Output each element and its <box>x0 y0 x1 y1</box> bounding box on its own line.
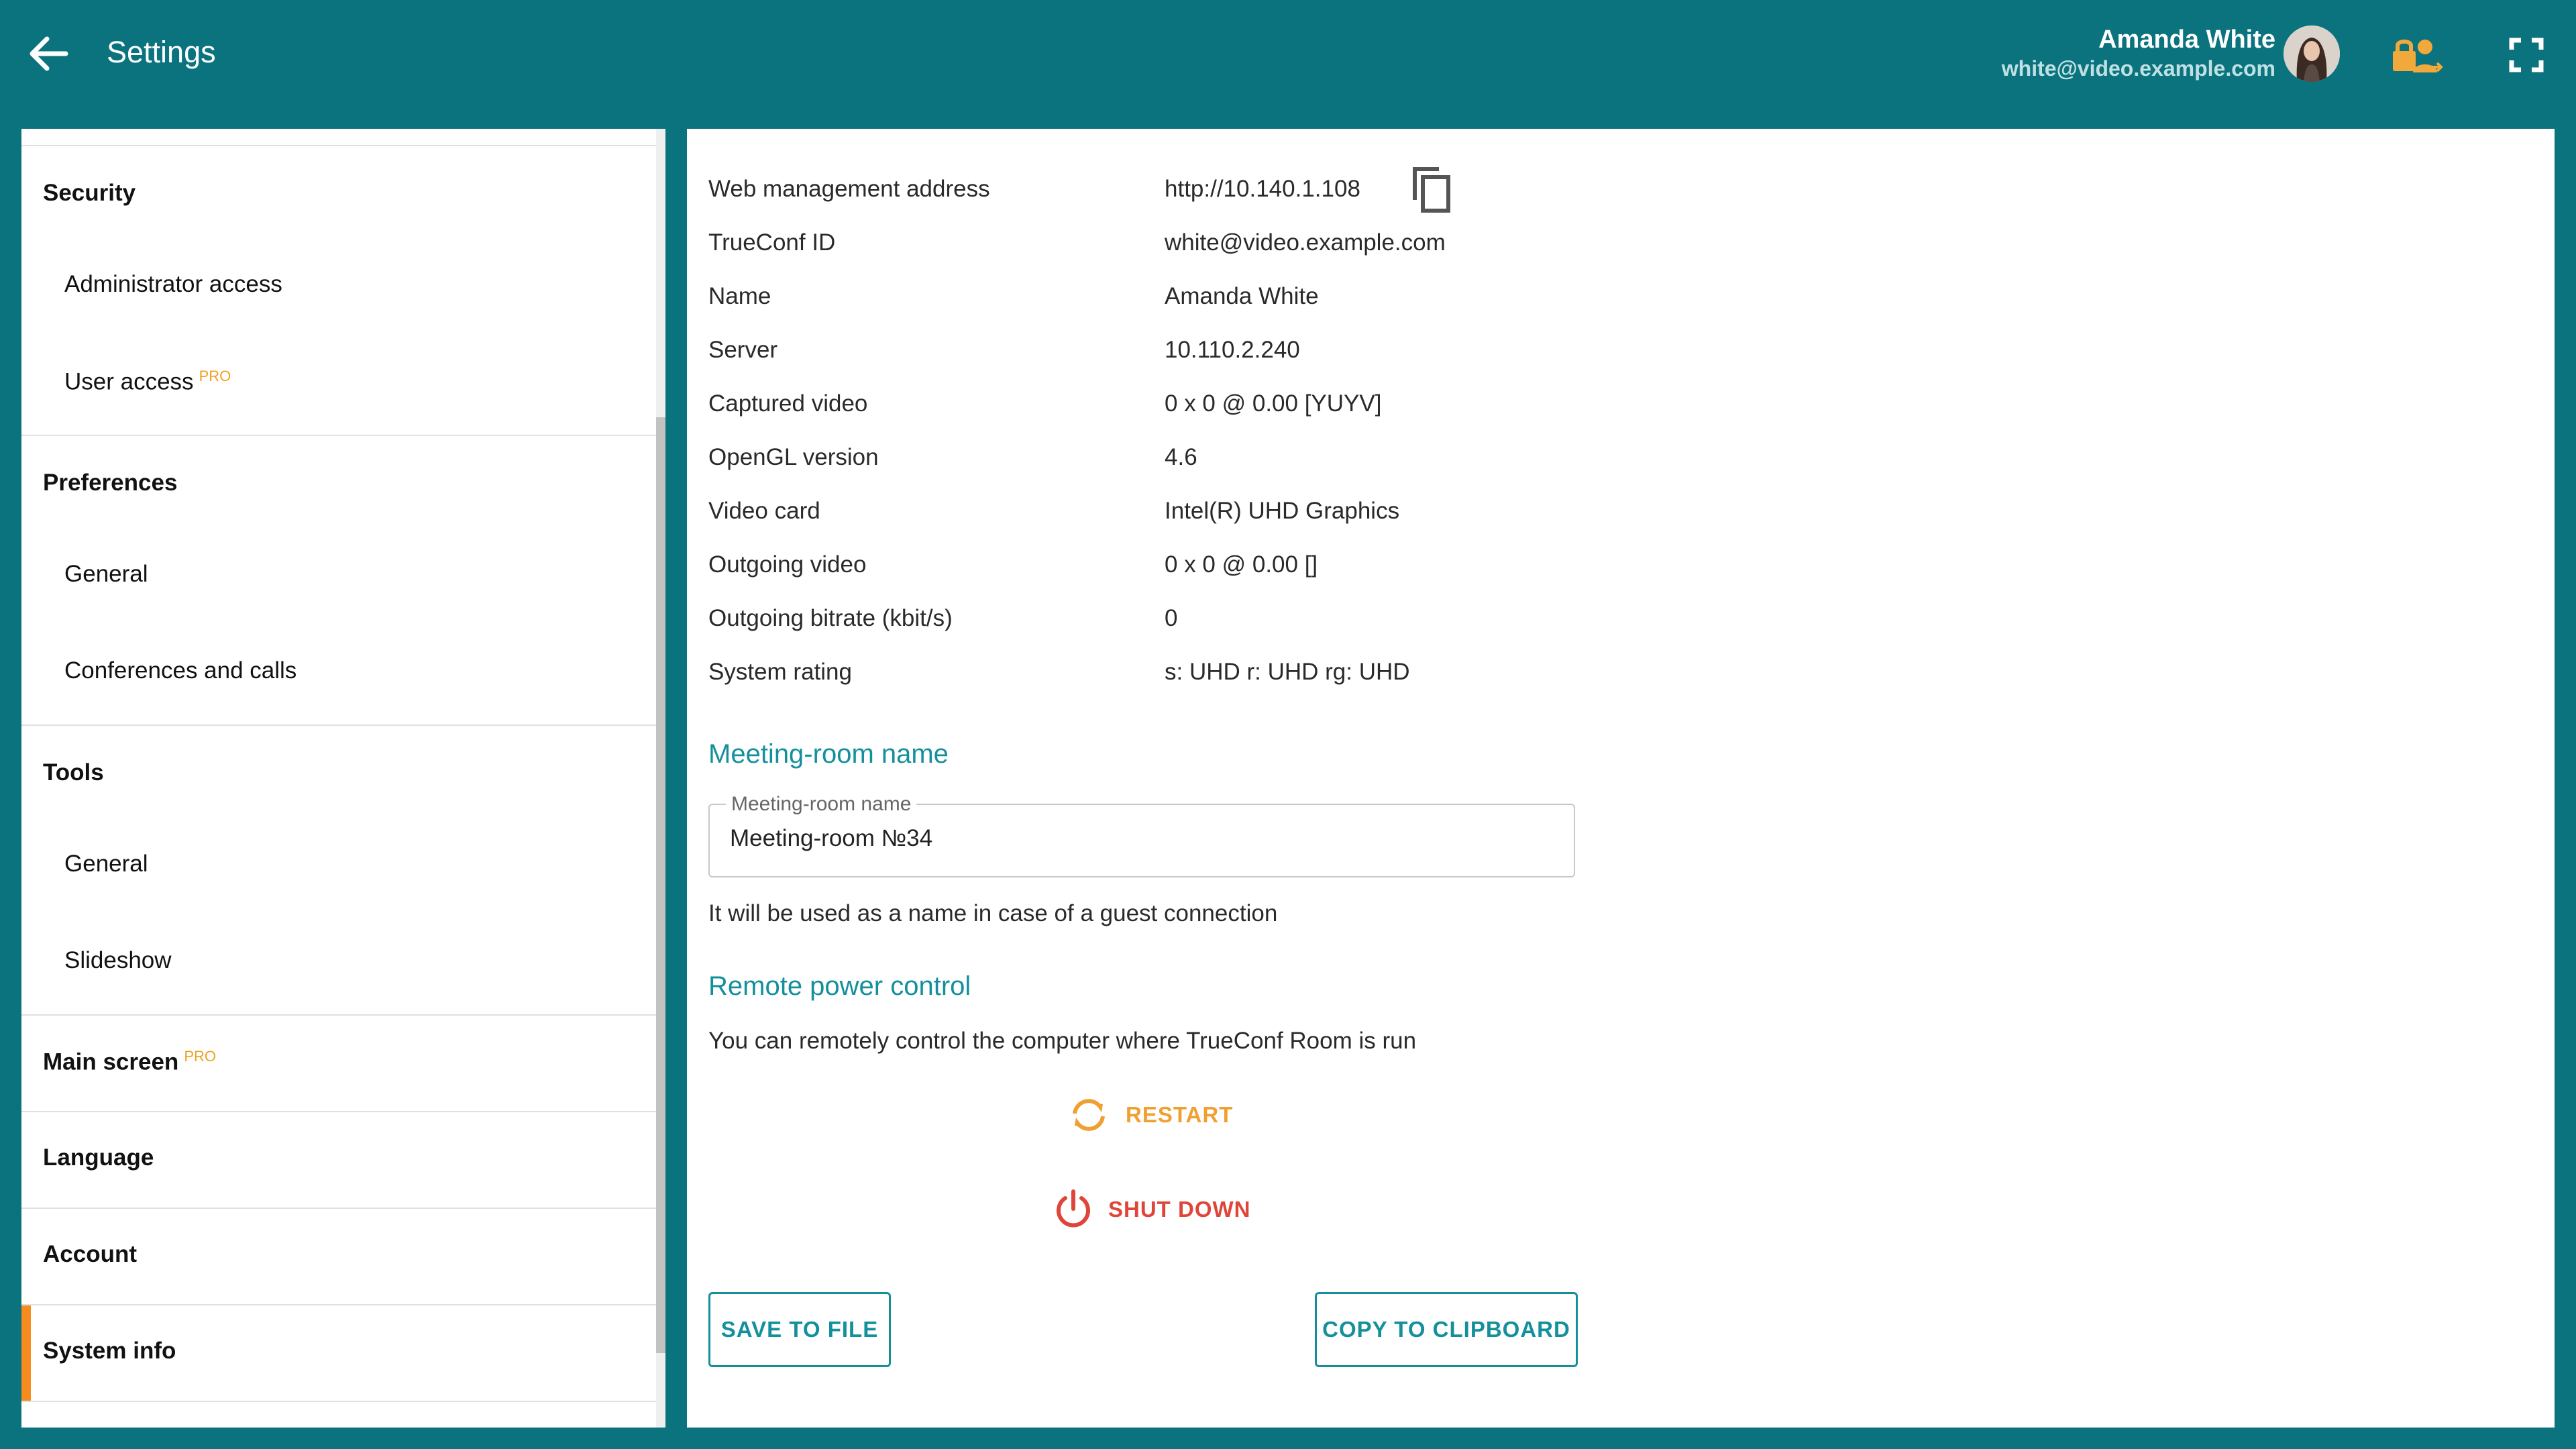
pro-badge: PRO <box>199 368 231 384</box>
info-label-captured-video: Captured video <box>708 390 868 417</box>
info-value-video-card: Intel(R) UHD Graphics <box>1165 498 1400 524</box>
info-value-web-address: http://10.140.1.108 <box>1165 176 1360 202</box>
info-value-trueconf-id: white@video.example.com <box>1165 229 1446 256</box>
info-value-server: 10.110.2.240 <box>1165 337 1300 363</box>
sidebar-item-label-wrap: User access PRO <box>64 368 231 396</box>
save-to-file-button[interactable]: SAVE TO FILE <box>708 1292 891 1367</box>
sidebar-item-preferences-general[interactable]: General <box>21 531 656 628</box>
remote-power-section-title: Remote power control <box>708 971 971 1001</box>
sidebar-heading-preferences: Preferences <box>43 470 178 496</box>
shut-down-label: SHUT DOWN <box>1108 1197 1251 1222</box>
user-name: Amanda White <box>2098 25 2275 54</box>
info-label-video-card: Video card <box>708 498 820 524</box>
restart-icon <box>1073 1099 1105 1131</box>
active-indicator <box>21 1305 31 1401</box>
sidebar-divider <box>21 145 656 146</box>
restart-button[interactable]: RESTART <box>1068 1096 1233 1134</box>
meeting-room-input[interactable] <box>730 825 1548 852</box>
sidebar-item-label: Administrator access <box>64 271 282 297</box>
copy-to-clipboard-button[interactable]: COPY TO CLIPBOARD <box>1315 1292 1578 1367</box>
sidebar-heading-security: Security <box>43 180 136 206</box>
restart-label: RESTART <box>1126 1102 1234 1127</box>
sidebar-item-language[interactable]: Language <box>21 1111 656 1208</box>
sidebar-item-user-access[interactable]: User access PRO <box>21 338 656 435</box>
app-header: Settings Amanda White white@video.exampl… <box>0 0 2576 129</box>
fullscreen-button[interactable] <box>2509 38 2544 72</box>
user-email: white@video.example.com <box>2001 56 2275 80</box>
info-label-web-address: Web management address <box>708 176 990 202</box>
copy-address-button[interactable] <box>1408 165 1452 213</box>
sidebar-item-system-info[interactable]: System info <box>21 1304 656 1402</box>
info-label-name: Name <box>708 283 771 309</box>
sidebar-item-main-screen[interactable]: Main screen PRO <box>21 1014 656 1111</box>
sidebar-scrollbar[interactable] <box>656 129 665 1428</box>
sidebar-item-label: General <box>64 851 148 877</box>
remote-power-description: You can remotely control the computer wh… <box>708 1028 1417 1054</box>
info-label-outgoing-video: Outgoing video <box>708 551 867 578</box>
info-value-name: Amanda White <box>1165 283 1319 309</box>
info-label-server: Server <box>708 337 778 363</box>
sidebar-item-administrator-access[interactable]: Administrator access <box>21 241 656 338</box>
sidebar-scrollbar-thumb[interactable] <box>656 417 665 1353</box>
sidebar-item-label: Conferences and calls <box>64 657 297 684</box>
sidebar-item-tools-general[interactable]: General <box>21 821 656 918</box>
arrow-left-icon <box>30 36 68 71</box>
meeting-room-field[interactable]: Meeting-room name <box>708 793 1575 877</box>
shut-down-button[interactable]: SHUT DOWN <box>1055 1189 1250 1230</box>
info-label-trueconf-id: TrueConf ID <box>708 229 836 256</box>
power-icon <box>1057 1189 1090 1228</box>
sidebar-item-account[interactable]: Account <box>21 1208 656 1304</box>
info-value-outgoing-video: 0 x 0 @ 0.00 [] <box>1165 551 1318 578</box>
meeting-room-field-label: Meeting-room name <box>726 793 917 816</box>
sidebar-heading-wrap: Main screen PRO <box>43 1048 216 1076</box>
sidebar-item-label: General <box>64 561 148 587</box>
system-info-panel: Web management address http://10.140.1.1… <box>687 129 2555 1428</box>
fullscreen-icon <box>2509 38 2544 72</box>
avatar[interactable] <box>2284 25 2340 82</box>
sidebar-heading-main-screen: Main screen <box>43 1049 179 1075</box>
sidebar-heading-language: Language <box>43 1144 154 1171</box>
lock-user-button[interactable] <box>2390 34 2444 76</box>
info-value-opengl-version: 4.6 <box>1165 444 1197 470</box>
pro-badge: PRO <box>184 1048 216 1065</box>
sidebar-heading-system-info: System info <box>43 1338 176 1364</box>
back-button[interactable] <box>27 36 70 71</box>
sidebar-item-label: Slideshow <box>64 947 172 973</box>
avatar-image <box>2284 25 2340 82</box>
lock-user-icon <box>2393 40 2443 72</box>
sidebar-item-label: User access <box>64 368 194 395</box>
sidebar-heading-account: Account <box>43 1241 137 1267</box>
info-label-system-rating: System rating <box>708 659 852 685</box>
info-label-opengl-version: OpenGL version <box>708 444 879 470</box>
meeting-room-helper-text: It will be used as a name in case of a g… <box>708 900 1278 926</box>
info-value-captured-video: 0 x 0 @ 0.00 [YUYV] <box>1165 390 1382 417</box>
copy-icon <box>1413 167 1450 213</box>
sidebar-heading-tools: Tools <box>43 759 104 786</box>
meeting-room-section-title: Meeting-room name <box>708 739 949 769</box>
sidebar-item-conferences-and-calls[interactable]: Conferences and calls <box>21 628 656 724</box>
page-title: Settings <box>107 35 216 69</box>
sidebar-item-slideshow[interactable]: Slideshow <box>21 918 656 1014</box>
info-label-outgoing-bitrate: Outgoing bitrate (kbit/s) <box>708 605 953 631</box>
info-value-system-rating: s: UHD r: UHD rg: UHD <box>1165 659 1410 685</box>
info-value-outgoing-bitrate: 0 <box>1165 605 1178 631</box>
settings-sidebar: Security Administrator access User acces… <box>21 129 665 1428</box>
